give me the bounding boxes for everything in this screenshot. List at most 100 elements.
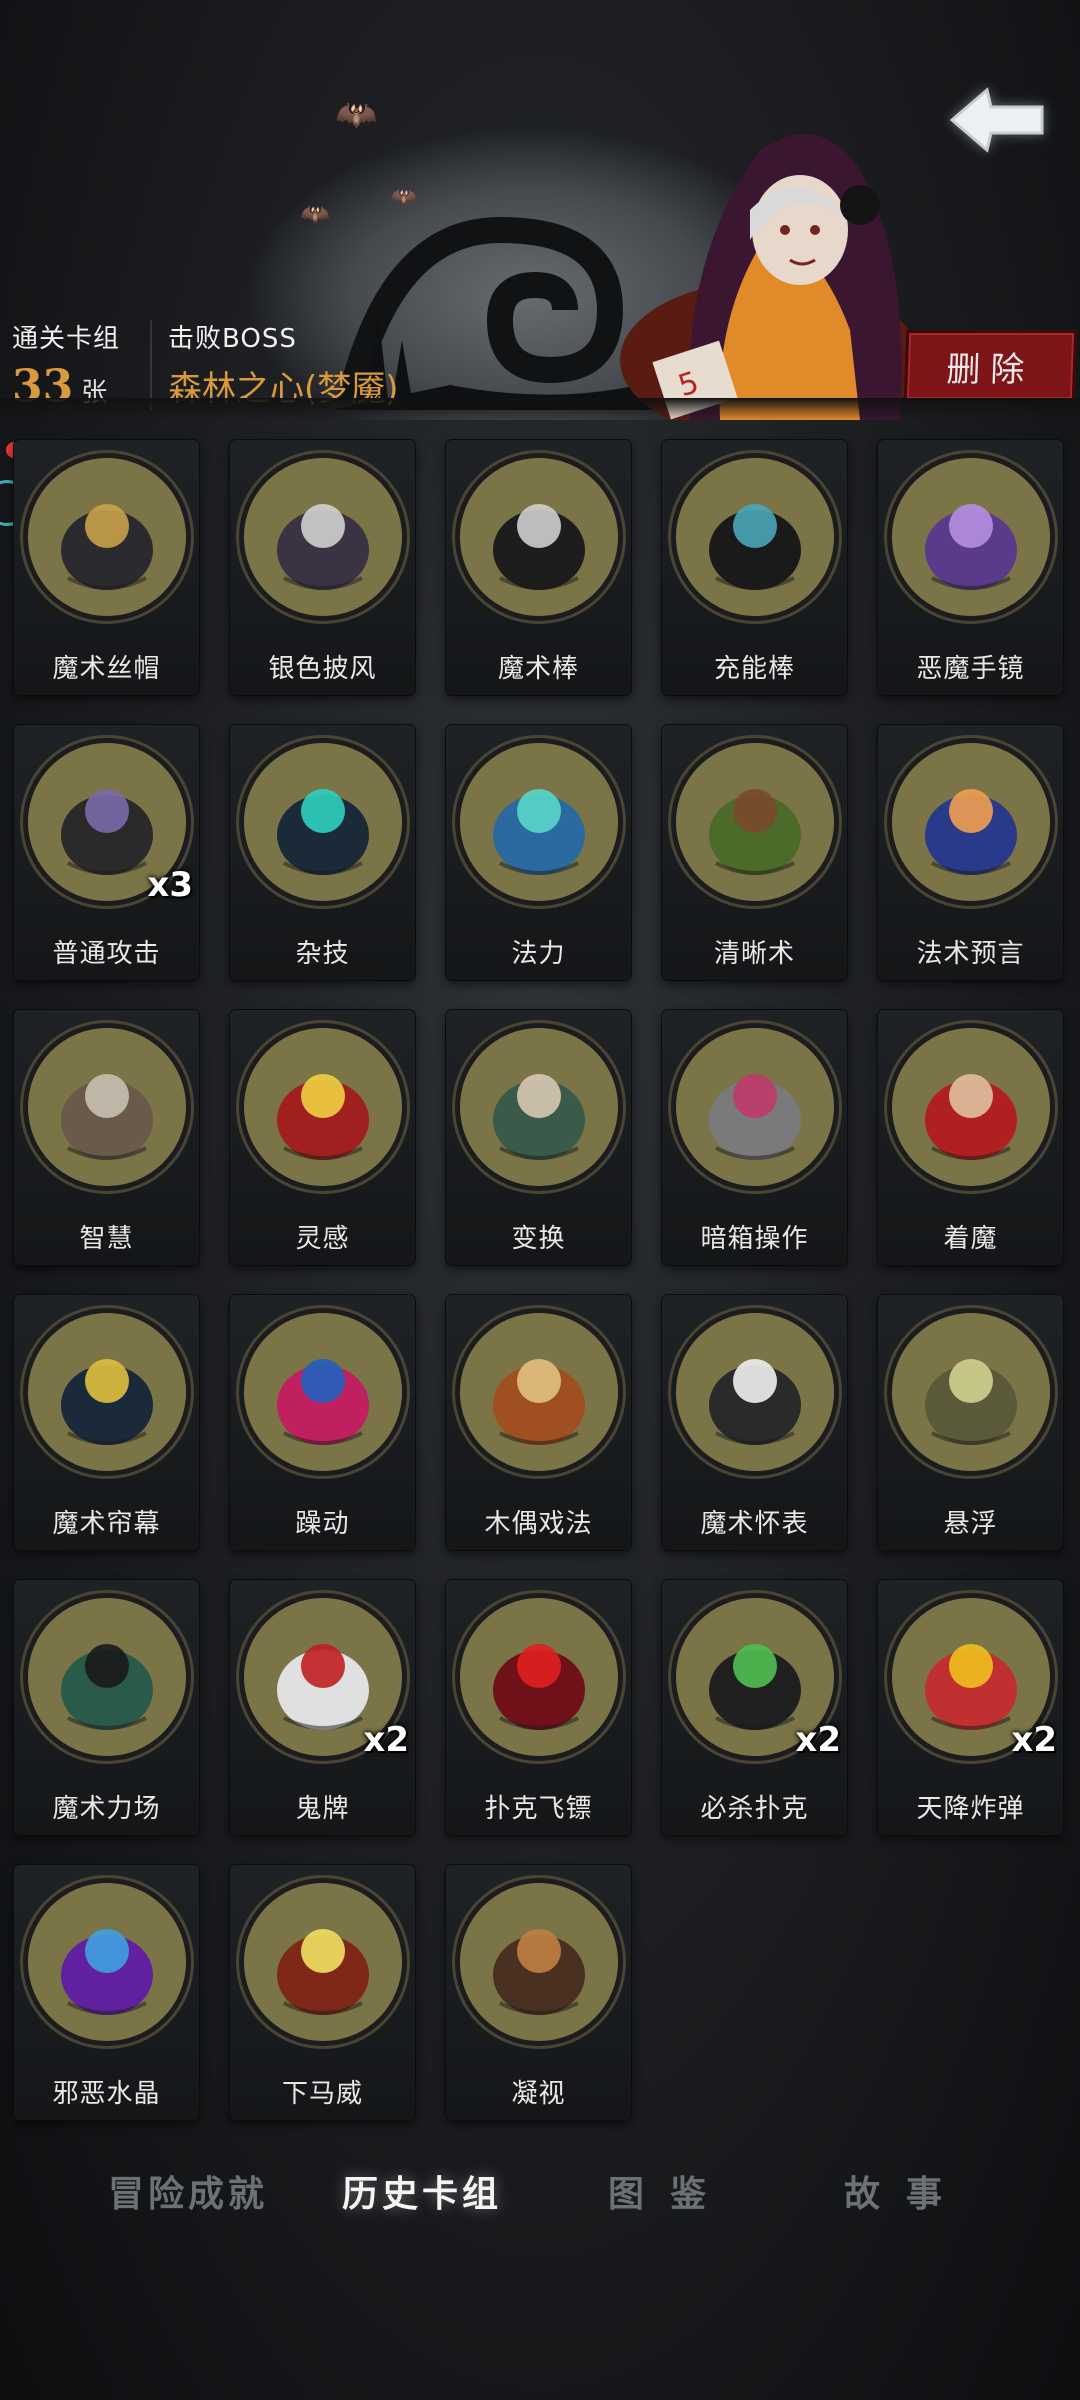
deck-card[interactable]: 魔术力场	[14, 1580, 199, 1835]
card-name: 魔术力场	[52, 1794, 161, 1824]
clear-deck-label: 通关卡组	[12, 324, 121, 354]
levitate-icon	[892, 1313, 1050, 1471]
curtain-icon	[28, 1313, 186, 1471]
brain-skull-icon	[244, 1028, 402, 1186]
mana-orb-icon	[460, 743, 618, 901]
hooded-girl-portrait: 5	[620, 134, 920, 420]
card-name: 魔术丝帽	[52, 654, 161, 684]
deck-card[interactable]: x3 普通攻击	[14, 725, 199, 980]
top-hat-icon	[28, 458, 186, 616]
bottom-tab-bar: 冒险成就 历史卡组 图鉴 故事	[0, 2165, 1080, 2235]
deck-card[interactable]: 银色披风	[230, 440, 415, 695]
card-name: 着魔	[943, 1224, 998, 1254]
demon-mirror-icon	[892, 458, 1050, 616]
deck-card[interactable]: x2 必杀扑克	[662, 1580, 847, 1835]
header-divider	[0, 398, 1080, 420]
card-name: 邪恶水晶	[52, 2079, 161, 2109]
crystal-ball-icon	[892, 743, 1050, 901]
deck-card[interactable]: 变换	[446, 1010, 631, 1265]
card-name: 扑克飞镖	[484, 1794, 593, 1824]
card-name: 鬼牌	[295, 1794, 350, 1824]
deck-card[interactable]: 恶魔手镜	[878, 440, 1063, 695]
deck-card[interactable]: 下马威	[230, 1865, 415, 2120]
deck-card[interactable]: 魔术怀表	[662, 1295, 847, 1550]
deck-card[interactable]: 充能棒	[662, 440, 847, 695]
deck-card[interactable]: x2 鬼牌	[230, 1580, 415, 1835]
card-name: 灵感	[295, 1224, 350, 1254]
boss-stat: 击败BOSS 森林之心(梦魇)	[168, 318, 399, 410]
deck-card[interactable]: 智慧	[14, 1010, 199, 1265]
bat-icon: 🦇	[300, 200, 330, 228]
card-count-badge: x2	[795, 1720, 841, 1760]
card-name: 悬浮	[943, 1509, 998, 1539]
deck-card[interactable]: 扑克飞镖	[446, 1580, 631, 1835]
deck-card[interactable]: 杂技	[230, 725, 415, 980]
deck-card[interactable]: 着魔	[878, 1010, 1063, 1265]
evil-crystal-icon	[28, 1883, 186, 2041]
deck-card[interactable]: 凝视	[446, 1865, 631, 2120]
card-name: 普通攻击	[52, 939, 161, 969]
card-name: 变换	[511, 1224, 566, 1254]
deck-card[interactable]: 暗箱操作	[662, 1010, 847, 1265]
card-count-badge: x2	[1011, 1720, 1057, 1760]
puppet-icon	[460, 1313, 618, 1471]
owl-gaze-icon	[460, 1883, 618, 2041]
card-name: 充能棒	[713, 654, 795, 684]
bat-icon: 🦇	[335, 95, 378, 135]
possessed-icon	[892, 1028, 1050, 1186]
deck-card[interactable]: 魔术帘幕	[14, 1295, 199, 1550]
card-name: 天降炸弹	[916, 1794, 1025, 1824]
card-name: 凝视	[511, 2079, 566, 2109]
card-name: 躁动	[295, 1509, 350, 1539]
deck-card[interactable]: 邪恶水晶	[14, 1865, 199, 2120]
deck-card[interactable]: 法力	[446, 725, 631, 980]
card-count-badge: x3	[147, 865, 193, 905]
card-name: 清晰术	[713, 939, 795, 969]
card-name: 法术预言	[916, 939, 1025, 969]
deck-card[interactable]: 悬浮	[878, 1295, 1063, 1550]
card-name: 魔术怀表	[700, 1509, 809, 1539]
card-name: 魔术棒	[497, 654, 579, 684]
card-name: 银色披风	[268, 654, 377, 684]
deck-card[interactable]: 灵感	[230, 1010, 415, 1265]
tab-history-decks[interactable]: 历史卡组	[322, 2165, 522, 2217]
acrobat-icon	[244, 743, 402, 901]
star-wand-icon	[460, 458, 618, 616]
card-count-badge: x2	[363, 1720, 409, 1760]
card-name: 法力	[511, 939, 566, 969]
deck-card[interactable]: 魔术丝帽	[14, 440, 199, 695]
cloak-icon	[244, 458, 402, 616]
card-name: 木偶戏法	[484, 1509, 593, 1539]
tab-story[interactable]: 故事	[806, 2165, 1006, 2217]
delete-button[interactable]: 删除	[903, 330, 1078, 402]
frenzy-icon	[244, 1313, 402, 1471]
goblin-icon	[676, 743, 834, 901]
card-name: 智慧	[79, 1224, 134, 1254]
card-dart-icon	[460, 1598, 618, 1756]
card-name: 暗箱操作	[700, 1224, 809, 1254]
tab-codex[interactable]: 图鉴	[570, 2165, 770, 2217]
card-name: 下马威	[281, 2079, 363, 2109]
card-name: 魔术帘幕	[52, 1509, 161, 1539]
deck-card[interactable]: x2 天降炸弹	[878, 1580, 1063, 1835]
back-arrow-icon	[949, 87, 1044, 153]
header: 🦇 🦇 🦇 5 通关卡组 33 张 击败BOSS 森林之心(梦魇) 删除	[0, 0, 1080, 420]
deck-card[interactable]: 魔术棒	[446, 440, 631, 695]
charge-rod-icon	[676, 458, 834, 616]
sage-icon	[28, 1028, 186, 1186]
bat-icon: 🦇	[390, 185, 418, 210]
deck-card[interactable]: 躁动	[230, 1295, 415, 1550]
stat-divider	[150, 320, 152, 410]
intimidate-icon	[244, 1883, 402, 2041]
back-button[interactable]	[942, 80, 1052, 160]
card-name: 杂技	[295, 939, 350, 969]
deck-card[interactable]: 清晰术	[662, 725, 847, 980]
boss-label: 击败BOSS	[168, 324, 297, 354]
deck-card[interactable]: 法术预言	[878, 725, 1063, 980]
deck-card[interactable]: 木偶戏法	[446, 1295, 631, 1550]
swap-hands-icon	[460, 1028, 618, 1186]
mystery-box-icon	[676, 1028, 834, 1186]
card-name: 恶魔手镜	[916, 654, 1025, 684]
tab-adventure-achievements[interactable]: 冒险成就	[88, 2165, 288, 2217]
pocket-watch-icon	[676, 1313, 834, 1471]
